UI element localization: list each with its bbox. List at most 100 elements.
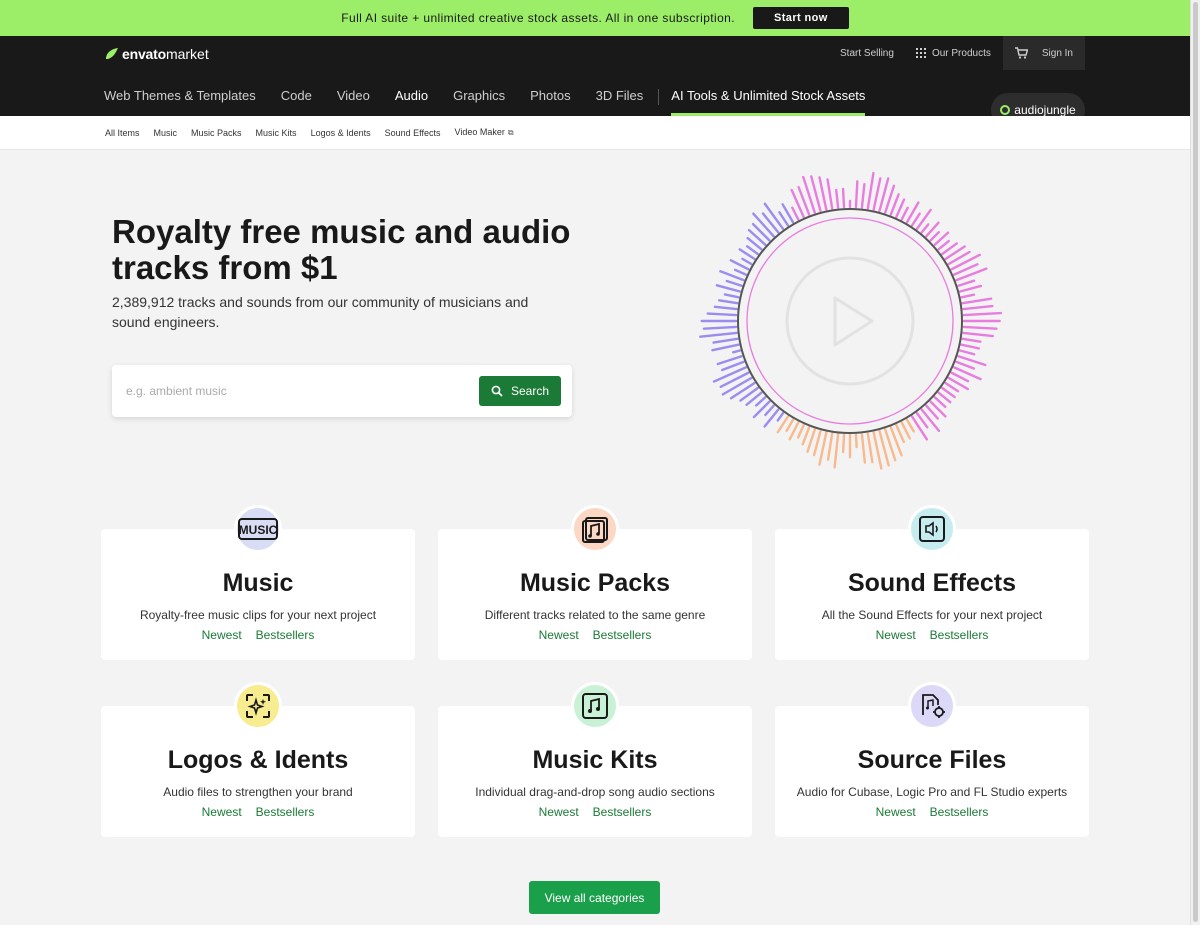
category-title: Music [222, 569, 294, 597]
bestsellers-link[interactable]: Bestsellers [593, 805, 652, 819]
nav-video[interactable]: Video [337, 84, 370, 116]
waveform-ray [962, 325, 998, 330]
category-title: Sound Effects [847, 569, 1017, 597]
subnav-music[interactable]: Music [154, 128, 178, 138]
bestsellers-link[interactable]: Bestsellers [930, 805, 989, 819]
category-icon-badge [571, 682, 619, 730]
waveform-ray [706, 312, 738, 317]
search-input[interactable] [126, 380, 456, 402]
waveform-ray [778, 211, 790, 227]
newest-link[interactable]: Newest [876, 805, 916, 819]
waveform-ray [929, 231, 940, 242]
waveform-ray [866, 171, 875, 210]
search-button-label: Search [510, 384, 550, 398]
speaker-icon [919, 516, 945, 542]
music-text-icon: MUSIC [238, 518, 278, 540]
waveform-ray [841, 187, 846, 209]
newest-link[interactable]: Newest [539, 805, 579, 819]
search-icon [491, 385, 503, 397]
waveform-ray [957, 279, 976, 287]
svg-text:MUSIC: MUSIC [239, 523, 278, 537]
header-utility-links: Start Selling Our Products Sign In [818, 36, 1085, 70]
waveform-ray [729, 381, 756, 400]
nav-graphics[interactable]: Graphics [453, 84, 505, 116]
category-links: Newest Bestsellers [101, 805, 415, 819]
newest-link[interactable]: Newest [202, 628, 242, 642]
site-header: envato market Start Selling Our Products … [0, 36, 1190, 127]
envato-market-logo[interactable]: envato market [104, 46, 209, 62]
waveform-ray [818, 431, 828, 466]
waveform-ray [702, 325, 738, 330]
newest-link[interactable]: Newest [539, 628, 579, 642]
category-links: Newest Bestsellers [775, 805, 1089, 819]
start-now-button[interactable]: Start now [753, 7, 849, 29]
category-card-music-packs[interactable]: Music Packs Different tracks related to … [438, 505, 752, 660]
sub-nav: All Items Music Music Packs Music Kits L… [0, 116, 1190, 150]
waveform-ray [910, 212, 921, 227]
category-card-sound-effects[interactable]: Sound Effects All the Sound Effects for … [775, 505, 1089, 660]
waveform-ray [962, 331, 995, 338]
subnav-music-kits[interactable]: Music Kits [256, 128, 297, 138]
nav-web-themes[interactable]: Web Themes & Templates [104, 84, 256, 116]
sign-in-link[interactable]: Sign In [1042, 48, 1073, 59]
subnav-sound-effects[interactable]: Sound Effects [385, 128, 441, 138]
waveform-ray [712, 337, 739, 344]
subnav-all-items[interactable]: All Items [105, 128, 140, 138]
subnav-music-packs[interactable]: Music Packs [191, 128, 242, 138]
waveform-ray [818, 176, 828, 211]
nav-audio[interactable]: Audio [395, 84, 428, 116]
category-links: Newest Bestsellers [438, 628, 752, 642]
waveform-ray [962, 304, 994, 311]
waveform-ray [733, 268, 748, 276]
newest-link[interactable]: Newest [202, 805, 242, 819]
our-products-label: Our Products [931, 47, 991, 59]
waveform-ray [944, 381, 960, 393]
scrollbar-thumb[interactable] [1193, 2, 1198, 922]
waveform-ray [725, 279, 743, 287]
waveform-ray [961, 337, 982, 343]
music-pack-icon [582, 517, 608, 543]
waveform-ray [860, 183, 866, 209]
nav-divider [658, 89, 660, 105]
cart-icon[interactable] [1014, 47, 1028, 59]
category-card-music-kits[interactable]: Music Kits Individual drag-and-drop song… [438, 682, 752, 837]
audiojungle-mark-icon [1000, 105, 1011, 115]
promo-banner: Full AI suite + unlimited creative stock… [0, 0, 1190, 36]
start-selling-link[interactable]: Start Selling [840, 48, 894, 59]
nav-ai-tools[interactable]: AI Tools & Unlimited Stock Assets [671, 84, 866, 116]
bestsellers-link[interactable]: Bestsellers [256, 628, 315, 642]
waveform-ray [833, 433, 840, 469]
bestsellers-link[interactable]: Bestsellers [593, 628, 652, 642]
subnav-video-maker[interactable]: Video Maker ⧉ [454, 127, 513, 138]
bestsellers-link[interactable]: Bestsellers [256, 805, 315, 819]
nav-3d-files[interactable]: 3D Files [596, 84, 644, 116]
waveform-ray [960, 293, 976, 299]
our-products-menu[interactable]: Our Products [915, 47, 991, 59]
waveform-ray [732, 349, 742, 354]
category-description: Audio files to strengthen your brand [163, 785, 353, 799]
view-all-categories-button[interactable]: View all categories [529, 881, 660, 914]
category-card-music[interactable]: MUSIC Music Royalty-free music clips for… [101, 505, 415, 660]
newest-link[interactable]: Newest [876, 628, 916, 642]
category-card-logos-idents[interactable]: Logos & Idents Audio files to strengthen… [101, 682, 415, 837]
waveform-ray [900, 206, 909, 221]
promo-text: Full AI suite + unlimited creative stock… [341, 11, 735, 25]
nav-photos[interactable]: Photos [530, 84, 570, 116]
waveform-ray [719, 371, 750, 389]
waveform-ray [962, 311, 1003, 317]
category-icon-badge [234, 682, 282, 730]
category-card-source-files[interactable]: Source Files Audio for Cubase, Logic Pro… [775, 682, 1089, 837]
logo-market: market [165, 46, 209, 62]
page-scrollbar[interactable] [1190, 0, 1200, 925]
subnav-logos-idents[interactable]: Logos & Idents [311, 128, 371, 138]
waveform-ray [826, 178, 834, 210]
nav-code[interactable]: Code [281, 84, 312, 116]
waveform-ray [754, 396, 767, 407]
bestsellers-link[interactable]: Bestsellers [930, 628, 989, 642]
apps-grid-icon [915, 48, 926, 58]
category-links: Newest Bestsellers [775, 628, 1089, 642]
search-button[interactable]: Search [479, 376, 561, 406]
waveform-ray [854, 433, 858, 449]
waveform-ray [826, 432, 834, 461]
waveform-ray [955, 360, 976, 370]
